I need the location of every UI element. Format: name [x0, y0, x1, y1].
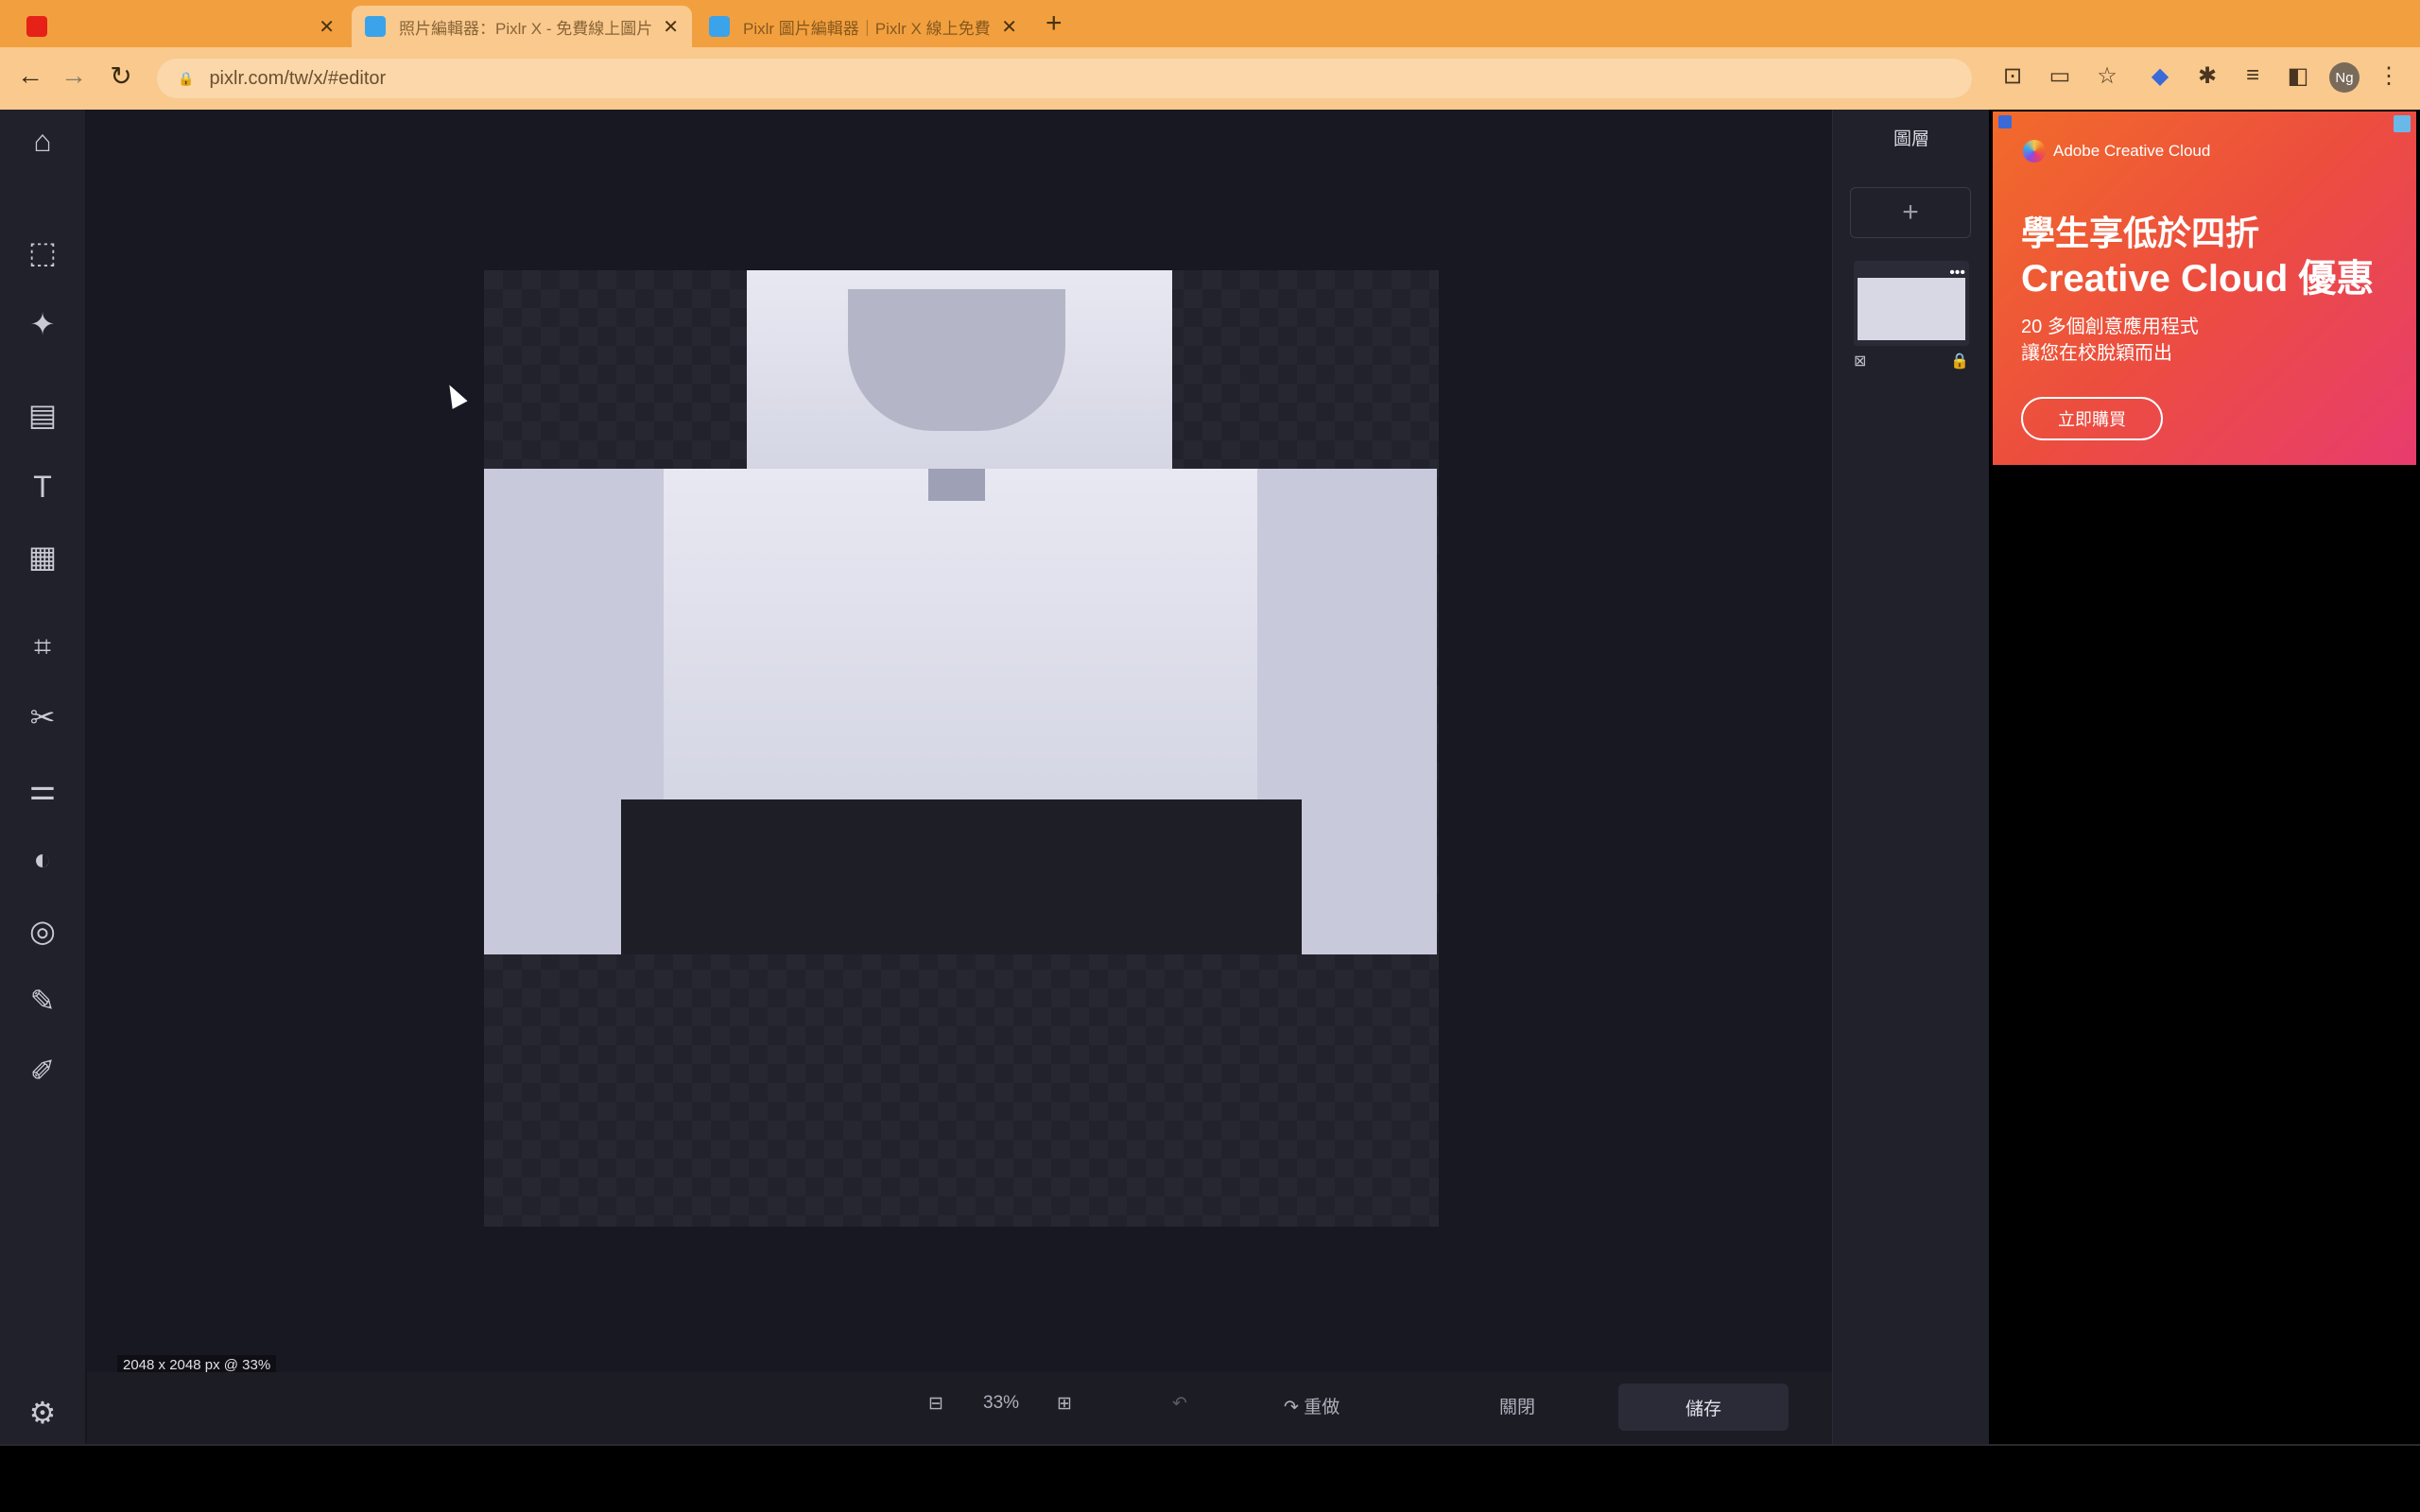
more-icon[interactable]: ••• — [1949, 265, 1965, 282]
redo-button[interactable]: ↷ 重做 — [1284, 1393, 1340, 1418]
retouch-tool-icon[interactable]: ✐ — [23, 1051, 62, 1091]
layer-visibility-icon[interactable]: ⊠ — [1854, 352, 1866, 370]
ad-brand: Adobe Creative Cloud — [2023, 140, 2210, 163]
document-canvas[interactable] — [484, 270, 1439, 1227]
element-tool-icon[interactable]: ▦ — [23, 537, 62, 576]
profile-avatar[interactable]: Ng — [2329, 62, 2360, 93]
draw-tool-icon[interactable]: ✎ — [23, 981, 62, 1021]
ad-brand-name: Adobe Creative Cloud — [2053, 142, 2211, 160]
tab-title: Pixlr 圖片編輯器｜Pixlr X 線上免費 — [743, 19, 991, 38]
editor-bottom-bar: ⊟ 33% ⊞ ↶ ↷ 重做 關閉 儲存 — [87, 1372, 1832, 1444]
ad-info-icon[interactable] — [2394, 115, 2411, 132]
forward-button[interactable]: → — [57, 60, 91, 91]
tab-pixlr-home[interactable]: Pixlr 圖片編輯器｜Pixlr X 線上免費 ✕ — [696, 6, 1030, 47]
layer-options: ⊠ 🔒 — [1854, 352, 1969, 370]
layers-title: 圖層 — [1893, 129, 1929, 149]
address-bar[interactable]: 🔒 pixlr.com/tw/x/#editor — [157, 59, 1972, 98]
advertisement[interactable]: Adobe Creative Cloud 學生享低於四折 Creative Cl… — [1993, 112, 2416, 465]
image-search-icon[interactable]: ⊡ — [1996, 62, 2029, 90]
address-text: pixlr.com/tw/x/#editor — [209, 67, 387, 89]
redo-icon: ↷ — [1284, 1398, 1299, 1418]
redo-label: 重做 — [1304, 1398, 1340, 1418]
pixlr-icon — [709, 16, 730, 37]
os-taskbar — [0, 1444, 2420, 1512]
adjust-tool-icon[interactable]: ⚌ — [23, 769, 62, 809]
ai-magic-icon[interactable]: ✦ — [23, 304, 62, 344]
cast-icon[interactable]: ▭ — [2044, 62, 2076, 90]
settings-gear-icon[interactable]: ⚙ — [23, 1393, 62, 1433]
cutout-tool-icon[interactable]: ✂ — [23, 697, 62, 737]
lock-icon: 🔒 — [178, 70, 195, 86]
reload-button[interactable]: ↻ — [104, 60, 138, 92]
arrange-tool-icon[interactable]: ⬚ — [23, 232, 62, 272]
tab-youtube[interactable]: ✕ — [13, 6, 348, 47]
menu-icon[interactable]: ⋮ — [2373, 62, 2405, 90]
back-button[interactable]: ← — [13, 60, 47, 91]
tool-sidebar: ⌂ ⬚ ✦ ▤ T ▦ ⌗ ✂ ⚌ ◐ ◎ ✎ ✐ ⚙ — [0, 110, 85, 1444]
translate-icon[interactable]: ◆ — [2144, 62, 2176, 90]
lock-icon[interactable]: 🔒 — [1950, 352, 1969, 370]
side-panel-icon[interactable]: ◧ — [2282, 62, 2314, 90]
text-tool-icon[interactable]: T — [23, 467, 62, 507]
save-button[interactable]: 儲存 — [1618, 1383, 1789, 1431]
ad-subline-1: 20 多個創意應用程式 — [2021, 317, 2199, 337]
add-layer-button[interactable]: + — [1850, 187, 1971, 238]
browser-tabstrip: ✕ 照片編輯器：Pixlr X - 免費線上圖片 ✕ Pixlr 圖片編輯器｜P… — [0, 0, 2420, 47]
layers-panel: 圖層 + ••• ⊠ 🔒 — [1832, 110, 1989, 1444]
pixlr-editor: ⌂ ⬚ ✦ ▤ T ▦ ⌗ ✂ ⚌ ◐ ◎ ✎ ✐ ⚙ 2048 x 2048 … — [0, 110, 1989, 1444]
close-icon[interactable]: ✕ — [319, 15, 335, 39]
browser-toolbar: ← → ↻ 🔒 pixlr.com/tw/x/#editor ⊡ ▭ ☆ ◆ ✱… — [0, 47, 2420, 110]
close-icon[interactable]: ✕ — [663, 15, 679, 39]
ad-headline-2: Creative Cloud 優惠 — [2021, 258, 2375, 300]
youtube-icon — [26, 16, 47, 37]
shirt-collar — [848, 289, 1065, 431]
zoom-in-icon[interactable]: ⊞ — [1057, 1393, 1072, 1415]
layer-preview — [1858, 278, 1965, 340]
bookmark-star-icon[interactable]: ☆ — [2091, 62, 2123, 90]
shirt-cutout — [621, 799, 1302, 954]
new-tab-button[interactable]: + — [1046, 8, 1063, 40]
ad-badge-icon — [1998, 115, 2012, 129]
liquify-tool-icon[interactable]: ◎ — [23, 911, 62, 951]
close-icon[interactable]: ✕ — [1001, 15, 1017, 39]
creative-cloud-logo-icon — [2023, 140, 2046, 163]
reading-list-icon[interactable]: ≡ — [2237, 62, 2269, 89]
ad-subline: 20 多個創意應用程式 讓您在校脫穎而出 — [2021, 314, 2199, 367]
tab-title: 照片編輯器：Pixlr X - 免費線上圖片 — [399, 19, 653, 38]
ad-cta-button[interactable]: 立即購買 — [2021, 397, 2163, 440]
pixlr-icon — [365, 16, 386, 37]
close-button[interactable]: 關閉 — [1499, 1393, 1535, 1418]
home-icon[interactable]: ⌂ — [23, 121, 62, 161]
shirt-button — [928, 469, 985, 501]
extensions-icon[interactable]: ✱ — [2191, 62, 2223, 90]
layer-thumbnail[interactable]: ••• — [1854, 261, 1969, 346]
template-icon[interactable]: ▤ — [23, 395, 62, 435]
undo-icon[interactable]: ↶ — [1172, 1393, 1187, 1415]
filter-tool-icon[interactable]: ◐ — [23, 839, 62, 879]
zoom-out-icon[interactable]: ⊟ — [928, 1393, 943, 1415]
crop-tool-icon[interactable]: ⌗ — [23, 627, 62, 667]
zoom-level[interactable]: 33% — [983, 1393, 1019, 1414]
mouse-cursor — [441, 381, 468, 409]
tab-pixlr-editor[interactable]: 照片編輯器：Pixlr X - 免費線上圖片 ✕ — [352, 6, 692, 47]
canvas-area[interactable]: 2048 x 2048 px @ 33% — [87, 110, 1832, 1375]
ad-subline-2: 讓您在校脫穎而出 — [2021, 343, 2172, 364]
